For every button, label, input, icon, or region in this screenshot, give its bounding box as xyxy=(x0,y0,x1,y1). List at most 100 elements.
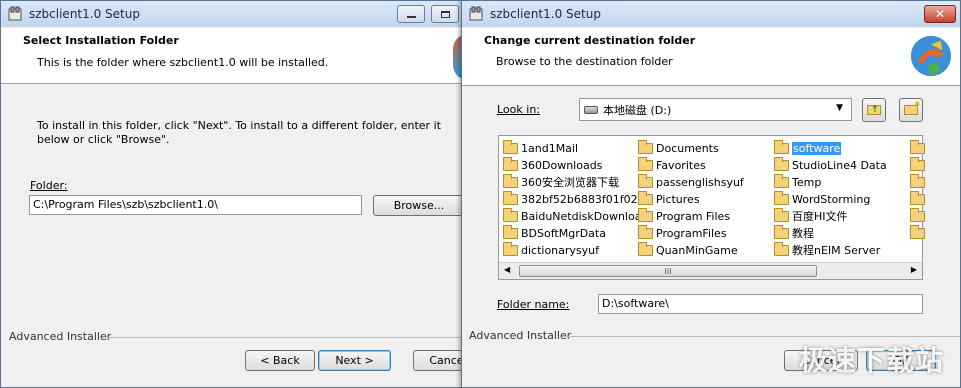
back-button[interactable]: < Back xyxy=(245,350,315,371)
folder-item-label: 教程nEIM Server xyxy=(792,244,881,257)
folder-item[interactable]: Documents xyxy=(638,139,719,156)
folder-item-label: passenglishsyuf xyxy=(656,175,744,189)
folder-item-label: QuanMinGame xyxy=(656,243,738,257)
folder-item[interactable]: QuanMinGame xyxy=(638,241,738,258)
up-folder-button[interactable]: ↑ xyxy=(862,98,886,122)
minimize-icon xyxy=(406,16,416,18)
folder-item-label: 360安全浏览器下载 xyxy=(521,176,619,189)
maximize-button[interactable] xyxy=(431,5,459,23)
folder-item[interactable]: 教程 xyxy=(774,224,814,241)
look-in-select[interactable]: 本地磁盘 (D:) ▼ xyxy=(579,98,852,121)
up-folder-icon: ↑ xyxy=(867,105,881,115)
folder-icon xyxy=(774,173,789,188)
browse-brand: Advanced Installer xyxy=(469,329,572,342)
folder-label: Folder: xyxy=(30,179,68,192)
scroll-left-icon[interactable]: ◀ xyxy=(504,265,510,274)
new-folder-button[interactable]: ✶ xyxy=(899,98,923,122)
folder-icon xyxy=(503,241,518,256)
folder-item-label: Favorites xyxy=(656,158,706,172)
folder-icon xyxy=(638,241,653,256)
folder-item[interactable]: Favorites xyxy=(638,156,706,173)
folder-list[interactable]: 1and1Mail 360Downloads 360安全浏览器下载 382bf52b6… xyxy=(498,135,925,280)
next-button[interactable]: Next > xyxy=(318,350,391,371)
folder-item[interactable]: 教程nEIM Server xyxy=(774,241,881,258)
browse-button[interactable]: Browse... xyxy=(373,195,465,216)
browse-app-icon xyxy=(469,6,483,21)
folder-item[interactable]: 360安全浏览器下载 xyxy=(503,173,619,190)
folder-icon xyxy=(503,190,518,205)
folder-item-label: Program Files xyxy=(656,209,731,223)
look-in-label: Look in: xyxy=(497,103,540,116)
folder-icon xyxy=(774,224,789,239)
installer-window: szbclient1.0 Setup Select Installation F… xyxy=(0,0,470,388)
drive-icon xyxy=(584,105,598,114)
folder-icon xyxy=(638,156,653,171)
folder-item-label: Pictures xyxy=(656,192,700,206)
folder-icon xyxy=(774,241,789,256)
folder-item[interactable]: Program Files xyxy=(638,207,731,224)
folder-item-label: 382bf52b6883f01f02 xyxy=(521,192,638,206)
folder-item[interactable]: 百度HI文件 xyxy=(774,207,848,224)
scroll-grip: III xyxy=(664,266,672,276)
folder-icon xyxy=(774,207,789,222)
folder-item-label: software xyxy=(792,141,842,155)
folder-icon xyxy=(774,156,789,171)
scroll-right-icon[interactable]: ▶ xyxy=(911,265,917,274)
folder-item[interactable]: dictionarysyuf xyxy=(503,241,600,258)
folder-item[interactable]: ProgramFiles xyxy=(638,224,727,241)
folder-item[interactable]: 360Downloads xyxy=(503,156,603,173)
folder-item[interactable]: Temp xyxy=(774,173,822,190)
browse-logo-icon xyxy=(910,35,952,77)
folder-item[interactable]: 1and1Mail xyxy=(503,139,579,156)
folder-item[interactable]: Pictures xyxy=(638,190,700,207)
folder-name-label: Folder name: xyxy=(497,298,570,311)
look-in-value: 本地磁盘 (D:) xyxy=(603,103,672,117)
folder-icon xyxy=(638,139,653,154)
browse-title: szbclient1.0 Setup xyxy=(490,7,601,21)
folder-icon xyxy=(503,224,518,239)
folder-item-label: WordStorming xyxy=(792,192,871,206)
horizontal-scrollbar[interactable]: ◀ III ▶ xyxy=(499,262,922,279)
maximize-icon xyxy=(440,10,450,18)
folder-item-label: 360Downloads xyxy=(521,158,603,172)
browse-brand-divider xyxy=(565,336,960,337)
folder-item-label: BDSoftMgrData xyxy=(521,226,606,240)
folder-item[interactable]: BDSoftMgrData xyxy=(503,224,606,241)
folder-icon xyxy=(503,207,518,222)
folder-item-label: ProgramFiles xyxy=(656,226,727,240)
folder-item[interactable]: passenglishsyuf xyxy=(638,173,744,190)
folder-item[interactable]: StudioLine4 Data xyxy=(774,156,887,173)
chevron-down-icon: ▼ xyxy=(836,103,843,113)
close-button[interactable]: ✕ xyxy=(924,5,956,23)
installer-title: szbclient1.0 Setup xyxy=(29,7,140,21)
folder-item-label: dictionarysyuf xyxy=(521,243,600,257)
installer-header-subtitle: This is the folder where szbclient1.0 wi… xyxy=(37,56,329,69)
browse-header-subtitle: Browse to the destination folder xyxy=(496,55,673,68)
folder-icon xyxy=(638,173,653,188)
folder-item-label: 教程 xyxy=(792,227,814,240)
folder-item[interactable]: software xyxy=(774,139,842,156)
folder-item-label: Documents xyxy=(656,141,719,155)
install-instructions: To install in this folder, click "Next".… xyxy=(37,119,441,146)
folder-path-input[interactable]: C:\Program Files\szb\szbclient1.0\ xyxy=(29,195,362,215)
installer-header: Select Installation Folder This is the f… xyxy=(1,28,469,84)
folder-item[interactable]: 382bf52b6883f01f02 xyxy=(503,190,638,207)
minimize-button[interactable] xyxy=(397,5,425,23)
browse-header: Change current destination folder Browse… xyxy=(462,28,960,86)
folder-item[interactable]: BaiduNetdiskDownload xyxy=(503,207,649,224)
folder-name-input[interactable]: D:\software\ xyxy=(598,294,923,314)
installer-header-title: Select Installation Folder xyxy=(23,34,179,47)
folder-icon xyxy=(638,207,653,222)
installer-app-icon xyxy=(8,6,22,21)
scroll-thumb[interactable]: III xyxy=(519,265,817,277)
folder-icon xyxy=(503,173,518,188)
folder-item[interactable]: WordStorming xyxy=(774,190,871,207)
folder-item-label: 1and1Mail xyxy=(521,141,579,155)
folder-item-label: BaiduNetdiskDownload xyxy=(521,209,649,223)
site-watermark: 极速下载站 xyxy=(798,344,944,377)
folder-icon xyxy=(503,156,518,171)
folder-icon xyxy=(638,224,653,239)
installer-brand-divider xyxy=(105,337,469,338)
folder-item-label: Temp xyxy=(792,175,822,189)
folder-item-label: 百度HI文件 xyxy=(792,210,848,223)
